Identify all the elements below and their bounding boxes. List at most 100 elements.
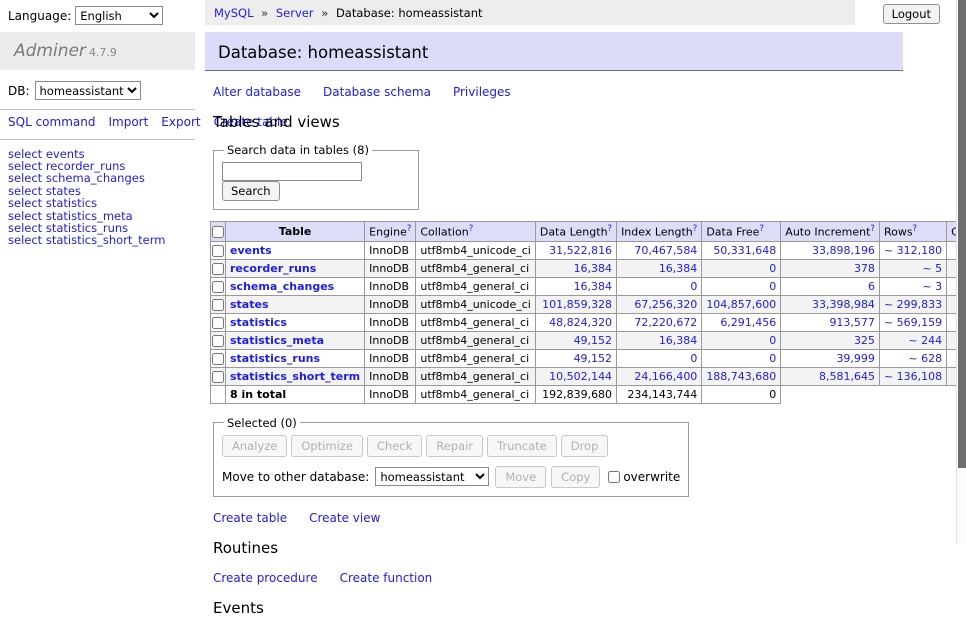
auto-increment-value[interactable]: 39,999 bbox=[836, 352, 875, 365]
rows-value[interactable]: ~ 569,159 bbox=[884, 316, 942, 329]
data-length-value[interactable]: 49,152 bbox=[574, 334, 613, 347]
table-link-statistics_short_term[interactable]: statistics_short_term bbox=[230, 370, 360, 383]
row-checkbox[interactable] bbox=[212, 317, 224, 329]
table-link-recorder_runs[interactable]: recorder_runs bbox=[230, 262, 316, 275]
sidebar-select-statistics_short_term[interactable]: select statistics_short_term bbox=[8, 234, 195, 246]
link-create-procedure[interactable]: Create procedure bbox=[213, 571, 318, 585]
truncate-button[interactable]: Truncate bbox=[487, 435, 557, 457]
data-free-value[interactable]: 6,291,456 bbox=[720, 316, 776, 329]
rows-value[interactable]: ~ 299,833 bbox=[884, 298, 942, 311]
sidebar-action-sql-command[interactable]: SQL command bbox=[8, 115, 95, 129]
index-length-value[interactable]: 67,256,320 bbox=[634, 298, 697, 311]
db-select[interactable]: homeassistant bbox=[35, 81, 141, 100]
index-length-value[interactable]: 0 bbox=[690, 352, 697, 365]
index-length-value[interactable]: 16,384 bbox=[659, 334, 698, 347]
repair-button[interactable]: Repair bbox=[426, 435, 483, 457]
sidebar-select-statistics[interactable]: select statistics bbox=[8, 197, 195, 209]
rows-value[interactable]: ~ 244 bbox=[908, 334, 942, 347]
help-icon[interactable]: ? bbox=[913, 224, 918, 234]
rows-value[interactable]: ~ 312,180 bbox=[884, 244, 942, 257]
search-button[interactable]: Search bbox=[222, 181, 280, 201]
move-db-select[interactable]: homeassistant bbox=[375, 467, 489, 486]
data-free-value[interactable]: 0 bbox=[769, 280, 776, 293]
data-length-value[interactable]: 31,522,816 bbox=[549, 244, 612, 257]
auto-increment-value[interactable]: 33,398,984 bbox=[812, 298, 875, 311]
nav-link-database-schema[interactable]: Database schema bbox=[323, 85, 431, 99]
help-icon[interactable]: ? bbox=[693, 224, 698, 234]
check-button[interactable]: Check bbox=[367, 435, 422, 457]
table-link-schema_changes[interactable]: schema_changes bbox=[230, 280, 334, 293]
breadcrumb-link-server[interactable]: Server bbox=[276, 6, 314, 20]
move-button[interactable]: Move bbox=[495, 466, 546, 488]
sidebar-action-import[interactable]: Import bbox=[108, 115, 148, 129]
row-checkbox[interactable] bbox=[212, 245, 224, 257]
data-length-value[interactable]: 16,384 bbox=[574, 280, 613, 293]
overwrite-checkbox[interactable] bbox=[608, 471, 620, 483]
help-icon[interactable]: ? bbox=[870, 224, 875, 234]
table-link-states[interactable]: states bbox=[230, 298, 269, 311]
link-create-function[interactable]: Create function bbox=[340, 571, 433, 585]
nav-link-privileges[interactable]: Privileges bbox=[453, 85, 511, 99]
index-length-value[interactable]: 72,220,672 bbox=[634, 316, 697, 329]
sidebar-action-export[interactable]: Export bbox=[161, 115, 200, 129]
select-all-checkbox[interactable] bbox=[212, 226, 224, 238]
data-length-value[interactable]: 10,502,144 bbox=[549, 370, 612, 383]
help-icon[interactable]: ? bbox=[469, 224, 474, 234]
row-checkbox[interactable] bbox=[212, 371, 224, 383]
row-checkbox[interactable] bbox=[212, 281, 224, 293]
data-free-value[interactable]: 0 bbox=[769, 334, 776, 347]
language-select[interactable]: English bbox=[75, 6, 163, 25]
table-name-cell: recorder_runs bbox=[226, 259, 365, 277]
data-free-value[interactable]: 50,331,648 bbox=[713, 244, 776, 257]
logout-button[interactable]: Logout bbox=[883, 4, 940, 24]
table-link-statistics_meta[interactable]: statistics_meta bbox=[230, 334, 324, 347]
auto-increment-value[interactable]: 6 bbox=[868, 280, 875, 293]
row-checkbox[interactable] bbox=[212, 299, 224, 311]
optimize-button[interactable]: Optimize bbox=[291, 435, 363, 457]
breadcrumb-link-mysql[interactable]: MySQL bbox=[214, 6, 254, 20]
table-link-events[interactable]: events bbox=[230, 244, 272, 257]
row-checkbox[interactable] bbox=[212, 353, 224, 365]
index-length-value[interactable]: 16,384 bbox=[659, 262, 698, 275]
data-free-value[interactable]: 0 bbox=[769, 352, 776, 365]
nav-link-alter-database[interactable]: Alter database bbox=[213, 85, 301, 99]
table-row: eventsInnoDButf8mb4_unicode_ci31,522,816… bbox=[211, 241, 966, 259]
row-checkbox[interactable] bbox=[212, 335, 224, 347]
index-length-value[interactable]: 0 bbox=[690, 280, 697, 293]
table-link-statistics[interactable]: statistics bbox=[230, 316, 287, 329]
drop-button[interactable]: Drop bbox=[561, 435, 609, 457]
scrollbar-thumb[interactable] bbox=[958, 0, 966, 468]
data-length-value[interactable]: 49,152 bbox=[574, 352, 613, 365]
analyze-button[interactable]: Analyze bbox=[222, 435, 287, 457]
search-input[interactable] bbox=[222, 162, 362, 181]
data-length-value[interactable]: 48,824,320 bbox=[549, 316, 612, 329]
link-create-table[interactable]: Create table bbox=[213, 511, 287, 525]
help-icon[interactable]: ? bbox=[608, 224, 613, 234]
auto-increment-cell: 8,581,645 bbox=[781, 367, 880, 385]
auto-increment-value[interactable]: 913,577 bbox=[829, 316, 875, 329]
index-length-value[interactable]: 24,166,400 bbox=[634, 370, 697, 383]
copy-button[interactable]: Copy bbox=[551, 466, 600, 488]
link-create-view[interactable]: Create view bbox=[309, 511, 380, 525]
sidebar-select-schema_changes[interactable]: select schema_changes bbox=[8, 172, 195, 184]
help-icon[interactable]: ? bbox=[759, 224, 764, 234]
rows-value[interactable]: ~ 3 bbox=[922, 280, 942, 293]
index-length-value[interactable]: 70,467,584 bbox=[634, 244, 697, 257]
help-icon[interactable]: ? bbox=[407, 224, 412, 234]
data-free-value[interactable]: 188,743,680 bbox=[706, 370, 776, 383]
auto-increment-value[interactable]: 33,898,196 bbox=[812, 244, 875, 257]
rows-value[interactable]: ~ 628 bbox=[908, 352, 942, 365]
auto-increment-value[interactable]: 378 bbox=[854, 262, 875, 275]
auto-increment-cell: 913,577 bbox=[781, 313, 880, 331]
auto-increment-value[interactable]: 8,581,645 bbox=[819, 370, 875, 383]
row-checkbox[interactable] bbox=[212, 263, 224, 275]
rows-value[interactable]: ~ 136,108 bbox=[884, 370, 942, 383]
data-free-value[interactable]: 0 bbox=[769, 262, 776, 275]
auto-increment-value[interactable]: 325 bbox=[854, 334, 875, 347]
data-free-value[interactable]: 104,857,600 bbox=[706, 298, 776, 311]
data-length-value[interactable]: 16,384 bbox=[574, 262, 613, 275]
vertical-scrollbar[interactable] bbox=[956, 0, 966, 543]
data-length-value[interactable]: 101,859,328 bbox=[542, 298, 612, 311]
table-link-statistics_runs[interactable]: statistics_runs bbox=[230, 352, 320, 365]
rows-value[interactable]: ~ 5 bbox=[922, 262, 942, 275]
